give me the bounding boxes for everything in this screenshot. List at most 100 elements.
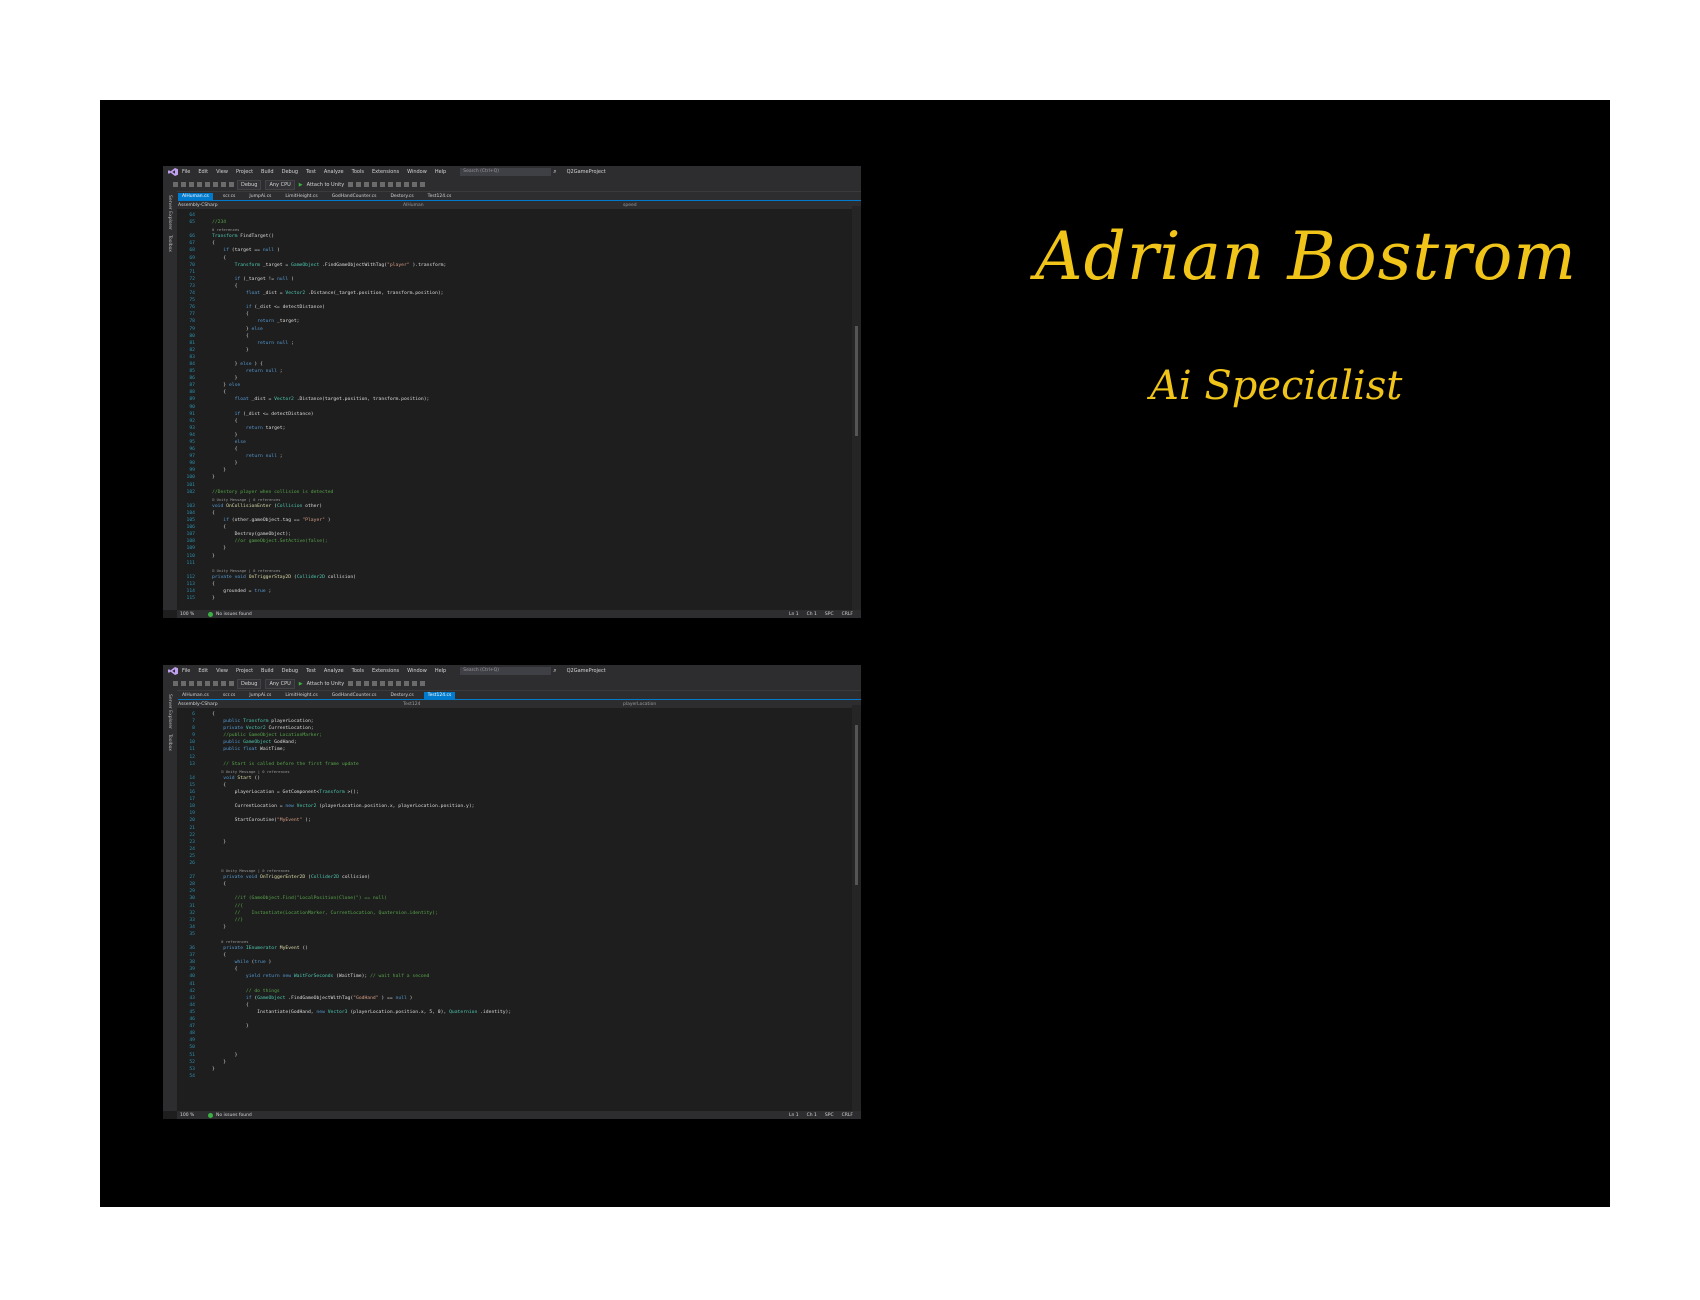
toolbar-tool-icon[interactable] xyxy=(372,681,378,686)
toolbar-tool-icon[interactable] xyxy=(189,182,194,187)
menu-test[interactable]: Test xyxy=(306,668,316,674)
menu-view[interactable]: View xyxy=(216,668,228,674)
menu-extensions[interactable]: Extensions xyxy=(372,668,399,674)
toolbar-tool-icon[interactable] xyxy=(396,681,402,686)
toolbar-tool-icon[interactable] xyxy=(348,681,354,686)
toolbar-tool-icon[interactable] xyxy=(213,182,218,187)
toolbar-tool-icon[interactable] xyxy=(197,681,202,686)
issues-indicator[interactable]: No issues found xyxy=(208,1112,288,1118)
code-editor[interactable]: 64 65 //234 0 references 66 Transform FindTar… xyxy=(177,212,852,610)
side-tab-server-explorer[interactable]: Server Explorer xyxy=(167,694,172,729)
toolbar-tool-icon[interactable] xyxy=(364,681,370,686)
toolbar-tool-icon[interactable] xyxy=(356,681,362,686)
menu-project[interactable]: Project xyxy=(236,169,253,175)
menu-view[interactable]: View xyxy=(216,169,228,175)
toolbar-tool-icon[interactable] xyxy=(388,182,394,187)
menu-analyze[interactable]: Analyze xyxy=(324,668,344,674)
toolbar-tool-icon[interactable] xyxy=(404,681,410,686)
vs-logo-icon[interactable] xyxy=(167,667,178,676)
toolbar-tool-icon[interactable] xyxy=(372,182,378,187)
toolbar-tool-icon[interactable] xyxy=(189,681,194,686)
platform-dropdown[interactable]: Any CPU xyxy=(265,179,295,190)
toolbar-tool-icon[interactable] xyxy=(173,182,178,187)
search-icon[interactable]: ⌕ xyxy=(553,667,556,675)
search-icon[interactable]: ⌕ xyxy=(553,168,556,176)
toolbar-tool-icon[interactable] xyxy=(229,182,234,187)
menu-tools[interactable]: Tools xyxy=(352,668,364,674)
toolbar-tool-icon[interactable] xyxy=(229,681,234,686)
play-icon[interactable]: ▶ xyxy=(299,182,303,188)
code-editor[interactable]: 6{7 public Transform playerLocation; 8 pr… xyxy=(177,711,852,1111)
menu-tools[interactable]: Tools xyxy=(352,169,364,175)
zoom-level[interactable]: 100 % xyxy=(180,1113,208,1118)
vertical-scrollbar[interactable] xyxy=(852,705,861,1111)
search-input[interactable]: Search (Ctrl+Q) xyxy=(460,168,552,176)
status-crlf[interactable]: CRLF xyxy=(842,612,853,617)
menu-extensions[interactable]: Extensions xyxy=(372,169,399,175)
toolbar-tool-icon[interactable] xyxy=(420,681,426,686)
toolbar-tool-icon[interactable] xyxy=(380,681,386,686)
attach-button[interactable]: Attach to Unity xyxy=(307,182,345,188)
toolbar-tool-icon[interactable] xyxy=(388,681,394,686)
menu-window[interactable]: Window xyxy=(407,668,427,674)
menu-help[interactable]: Help xyxy=(435,169,446,175)
toolbar-tool-icon[interactable] xyxy=(173,681,178,686)
config-dropdown[interactable]: Debug xyxy=(237,179,262,190)
toolbar-tool-icon[interactable] xyxy=(213,681,218,686)
menu-edit[interactable]: Edit xyxy=(198,169,208,175)
menu-edit[interactable]: Edit xyxy=(198,668,208,674)
status-ln[interactable]: Ln 1 xyxy=(789,612,799,617)
class-dropdown[interactable]: Test124 xyxy=(403,702,623,707)
side-tab-toolbox[interactable]: Toolbox xyxy=(167,235,172,252)
menu-build[interactable]: Build xyxy=(261,169,274,175)
status-spc[interactable]: SPC xyxy=(825,1113,834,1118)
scope-dropdown[interactable]: Assembly-CSharp xyxy=(178,203,403,208)
status-ch[interactable]: Ch 1 xyxy=(807,612,817,617)
toolbar-tool-icon[interactable] xyxy=(348,182,354,187)
menu-project[interactable]: Project xyxy=(236,668,253,674)
toolbar-tool-icon[interactable] xyxy=(412,182,418,187)
scrollbar-thumb[interactable] xyxy=(855,725,858,885)
toolbar-tool-icon[interactable] xyxy=(197,182,202,187)
status-spc[interactable]: SPC xyxy=(825,612,834,617)
scrollbar-thumb[interactable] xyxy=(855,326,858,436)
menu-analyze[interactable]: Analyze xyxy=(324,169,344,175)
toolbar-tool-icon[interactable] xyxy=(380,182,386,187)
toolbar-tool-icon[interactable] xyxy=(205,182,210,187)
toolbar-tool-icon[interactable] xyxy=(221,182,226,187)
toolbar-tool-icon[interactable] xyxy=(364,182,370,187)
status-crlf[interactable]: CRLF xyxy=(842,1113,853,1118)
search-input[interactable]: Search (Ctrl+Q) xyxy=(460,667,552,675)
zoom-level[interactable]: 100 % xyxy=(180,612,208,617)
toolbar-tool-icon[interactable] xyxy=(221,681,226,686)
config-dropdown[interactable]: Debug xyxy=(237,678,262,689)
scope-dropdown[interactable]: Assembly-CSharp xyxy=(178,702,403,707)
member-dropdown[interactable]: speed xyxy=(623,203,637,208)
member-dropdown[interactable]: playerLocation xyxy=(623,702,656,707)
menu-test[interactable]: Test xyxy=(306,169,316,175)
menu-file[interactable]: File xyxy=(182,668,190,674)
vertical-scrollbar[interactable] xyxy=(852,206,861,610)
issues-indicator[interactable]: No issues found xyxy=(208,611,288,617)
side-tab-server-explorer[interactable]: Server Explorer xyxy=(167,195,172,230)
menu-debug[interactable]: Debug xyxy=(282,668,298,674)
menu-debug[interactable]: Debug xyxy=(282,169,298,175)
toolbar-tool-icon[interactable] xyxy=(181,681,186,686)
toolbar-tool-icon[interactable] xyxy=(404,182,410,187)
attach-button[interactable]: Attach to Unity xyxy=(307,681,345,687)
toolbar-tool-icon[interactable] xyxy=(412,681,418,686)
toolbar-tool-icon[interactable] xyxy=(356,182,362,187)
class-dropdown[interactable]: AIHuman xyxy=(403,203,623,208)
menu-window[interactable]: Window xyxy=(407,169,427,175)
toolbar-tool-icon[interactable] xyxy=(181,182,186,187)
toolbar-tool-icon[interactable] xyxy=(205,681,210,686)
status-ln[interactable]: Ln 1 xyxy=(789,1113,799,1118)
menu-file[interactable]: File xyxy=(182,169,190,175)
status-ch[interactable]: Ch 1 xyxy=(807,1113,817,1118)
menu-help[interactable]: Help xyxy=(435,668,446,674)
side-tab-toolbox[interactable]: Toolbox xyxy=(167,734,172,751)
play-icon[interactable]: ▶ xyxy=(299,681,303,687)
platform-dropdown[interactable]: Any CPU xyxy=(265,678,295,689)
vs-logo-icon[interactable] xyxy=(167,168,178,177)
toolbar-tool-icon[interactable] xyxy=(420,182,426,187)
